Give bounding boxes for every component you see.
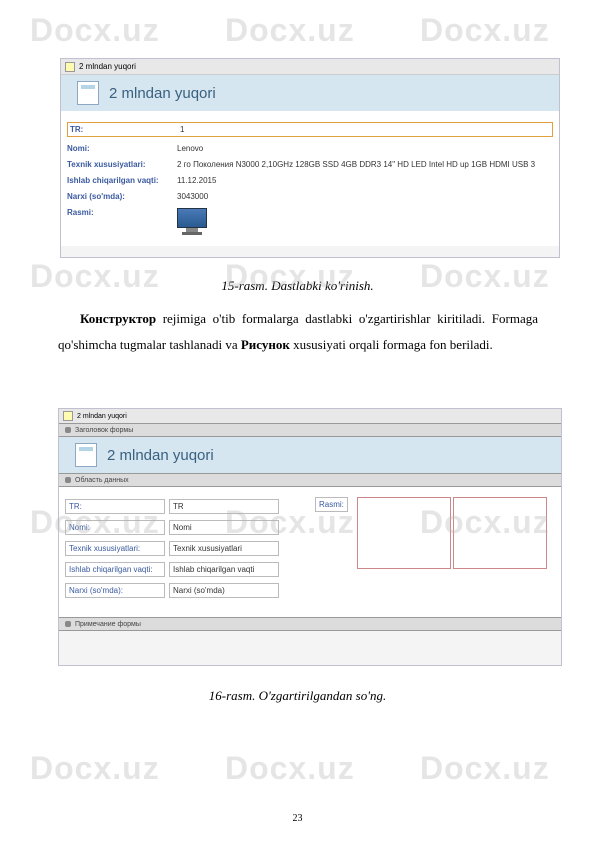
form-title: 2 mlndan yuqori: [109, 85, 216, 102]
watermark: Docx.uz: [30, 750, 160, 787]
field-label-rasmi: Rasmi:: [67, 208, 177, 235]
document-icon: [77, 81, 99, 105]
screenshot-design-view: 2 mlndan yuqori Заголовок формы 2 mlndan…: [58, 408, 562, 666]
field-control-texnik: Texnik xususiyatlari: [169, 541, 279, 556]
section-header-oblast: Область данных: [59, 473, 561, 487]
section-knob-icon: [65, 477, 71, 483]
field-label-ishlab: Ishlab chiqarilgan vaqti:: [65, 562, 165, 577]
tab-bar: 2 mlndan yuqori: [61, 59, 559, 75]
image-placeholder: [453, 497, 547, 569]
field-label-nomi: Nomi:: [67, 144, 177, 153]
section-knob-icon: [65, 621, 71, 627]
watermark: Docx.uz: [225, 12, 355, 49]
form-header: 2 mlndan yuqori: [61, 75, 559, 111]
tab-bar: 2 mlndan yuqori: [59, 409, 561, 423]
form-header: 2 mlndan yuqori: [59, 437, 561, 473]
section-header-primechanie: Примечание формы: [59, 617, 561, 631]
screenshot-form-view: 2 mlndan yuqori 2 mlndan yuqori TR: 1 No…: [60, 58, 560, 258]
field-control-nomi: Nomi: [169, 520, 279, 535]
form-icon: [65, 62, 75, 72]
watermark: Docx.uz: [420, 12, 550, 49]
figure-caption-15: 15-rasm. Dastlabki ko'rinish.: [0, 278, 595, 294]
figure-caption-16: 16-rasm. O'zgartirilgandan so'ng.: [0, 688, 595, 704]
watermark: Docx.uz: [420, 750, 550, 787]
field-value-narxi: 3043000: [177, 192, 208, 201]
field-label-tr: TR:: [70, 125, 180, 134]
watermark: Docx.uz: [30, 12, 160, 49]
field-label-narxi: Narxi (so'mda):: [67, 192, 177, 201]
watermark: Docx.uz: [225, 750, 355, 787]
body-paragraph: Конструктор rejimiga o'tib formalarga da…: [58, 306, 538, 358]
page-number: 23: [0, 813, 595, 824]
image-placeholder: [357, 497, 451, 569]
field-value-nomi: Lenovo: [177, 144, 203, 153]
keyword-konstruktor: Конструктор: [80, 311, 156, 326]
document-icon: [75, 443, 97, 467]
tab-title: 2 mlndan yuqori: [79, 62, 136, 71]
section-header-zagolovok: Заголовок формы: [59, 423, 561, 437]
monitor-icon: [177, 208, 207, 235]
field-control-tr: TR: [169, 499, 279, 514]
field-label-tr: TR:: [65, 499, 165, 514]
form-body: TR: 1 Nomi: Lenovo Texnik xususiyatlari:…: [61, 111, 559, 246]
field-value-texnik: 2 го Поколения N3000 2,10GHz 128GB SSD 4…: [177, 160, 535, 169]
section-knob-icon: [65, 427, 71, 433]
text-seg2: xususiyati orqali formaga fon beriladi.: [290, 337, 493, 352]
field-control-ishlab: Ishlab chiqarilgan vaqti: [169, 562, 279, 577]
field-value-ishlab: 11.12.2015: [177, 176, 216, 185]
design-area: TR: TR Nomi: Nomi Texnik xususiyatlari: …: [59, 487, 561, 617]
keyword-risunok: Рисунок: [241, 337, 290, 352]
field-label-texnik: Texnik xususiyatlari:: [65, 541, 165, 556]
tab-title: 2 mlndan yuqori: [77, 413, 127, 420]
field-label-narxi: Narxi (so'mda):: [65, 583, 165, 598]
field-value-tr: 1: [180, 125, 184, 134]
field-label-texnik: Texnik xususiyatlari:: [67, 160, 177, 169]
field-control-narxi: Narxi (so'mda): [169, 583, 279, 598]
form-icon: [63, 411, 73, 421]
form-title: 2 mlndan yuqori: [107, 447, 214, 464]
field-label-rasmi: Rasmi:: [315, 497, 348, 512]
field-label-nomi: Nomi:: [65, 520, 165, 535]
field-label-ishlab: Ishlab chiqarilgan vaqti:: [67, 176, 177, 185]
